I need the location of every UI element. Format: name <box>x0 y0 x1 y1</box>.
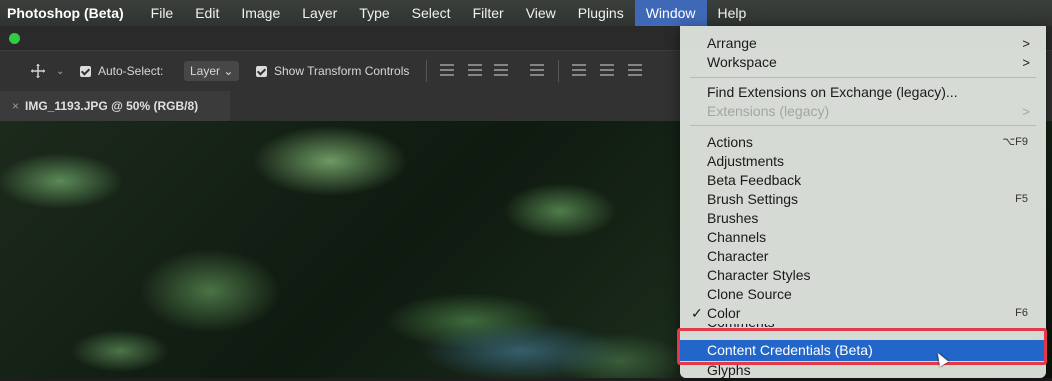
menu-layer[interactable]: Layer <box>291 0 348 26</box>
menu-item-clone-source[interactable]: Clone Source <box>680 285 1046 304</box>
align-center-icon[interactable] <box>468 51 482 91</box>
show-transform-checkbox[interactable] <box>256 51 267 91</box>
menu-view[interactable]: View <box>515 0 567 26</box>
menu-bar: Photoshop (Beta) File Edit Image Layer T… <box>0 0 1052 26</box>
menu-item-find-extensions[interactable]: Find Extensions on Exchange (legacy)... <box>680 83 1046 102</box>
menu-plugins[interactable]: Plugins <box>567 0 635 26</box>
menu-window[interactable]: Window <box>634 0 707 26</box>
tool-preset-chevron-icon[interactable]: ⌄ <box>56 51 64 91</box>
checkmark-icon: ✓ <box>691 305 703 321</box>
menu-select[interactable]: Select <box>401 0 462 26</box>
distribute-middle-icon[interactable] <box>600 51 614 91</box>
distribute-top-icon[interactable] <box>572 51 586 91</box>
move-tool-icon[interactable] <box>30 51 46 91</box>
menu-item-workspace[interactable]: Workspace > <box>680 53 1046 72</box>
menu-item-extensions-legacy: Extensions (legacy) > <box>707 103 1030 119</box>
menu-item-arrange[interactable]: Arrange > <box>680 34 1046 53</box>
show-transform-label: Show Transform Controls <box>274 64 410 78</box>
menu-type[interactable]: Type <box>348 0 400 26</box>
document-tab[interactable]: × IMG_1193.JPG @ 50% (RGB/8) <box>0 91 230 121</box>
menu-item-channels[interactable]: Channels <box>680 228 1046 247</box>
submenu-arrow-icon: > <box>1022 104 1030 119</box>
distribute-bottom-icon[interactable] <box>628 51 642 91</box>
auto-select-checkbox[interactable] <box>80 51 91 91</box>
menu-divider <box>690 77 1036 78</box>
align-right-icon[interactable] <box>494 51 508 91</box>
align-left-icon[interactable] <box>440 51 454 91</box>
actions-shortcut: ⌥F9 <box>1002 136 1028 148</box>
submenu-arrow-icon: > <box>1022 55 1030 70</box>
menu-item-adjustments[interactable]: Adjustments <box>680 152 1046 171</box>
options-divider <box>426 51 427 91</box>
menu-item-actions[interactable]: Actions ⌥F9 <box>680 133 1046 152</box>
menu-item-color[interactable]: ✓ Color F6 <box>680 304 1046 323</box>
window-zoom-button[interactable] <box>9 33 20 44</box>
document-tab-title: IMG_1193.JPG @ 50% (RGB/8) <box>25 99 199 113</box>
app-menu[interactable]: Photoshop (Beta) <box>7 5 124 21</box>
menu-item-brushes[interactable]: Brushes <box>680 209 1046 228</box>
auto-select-dropdown[interactable]: Layer ⌄ <box>184 51 240 91</box>
close-tab-icon[interactable]: × <box>12 99 19 113</box>
color-shortcut: F6 <box>1015 307 1028 319</box>
menu-item-brush-settings[interactable]: Brush Settings F5 <box>680 190 1046 209</box>
menu-item-character[interactable]: Character <box>680 247 1046 266</box>
align-top-icon[interactable] <box>530 51 544 91</box>
window-menu-dropdown: Arrange > Workspace > Find Extensions on E… <box>680 26 1046 378</box>
menu-file[interactable]: File <box>140 0 185 26</box>
auto-select-value: Layer <box>190 64 221 78</box>
menu-divider <box>690 125 1036 126</box>
menu-item-character-styles[interactable]: Character Styles <box>680 266 1046 285</box>
auto-select-label: Auto-Select: <box>98 64 164 78</box>
highlight-annotation-box <box>677 328 1047 365</box>
menu-edit[interactable]: Edit <box>184 0 230 26</box>
options-divider <box>558 51 559 91</box>
menu-item-beta-feedback[interactable]: Beta Feedback <box>680 171 1046 190</box>
menu-filter[interactable]: Filter <box>462 0 515 26</box>
brush-settings-shortcut: F5 <box>1015 193 1028 205</box>
menu-help[interactable]: Help <box>707 0 758 26</box>
canvas-image-highlight <box>420 321 620 381</box>
submenu-arrow-icon: > <box>1022 36 1030 51</box>
menu-image[interactable]: Image <box>230 0 291 26</box>
